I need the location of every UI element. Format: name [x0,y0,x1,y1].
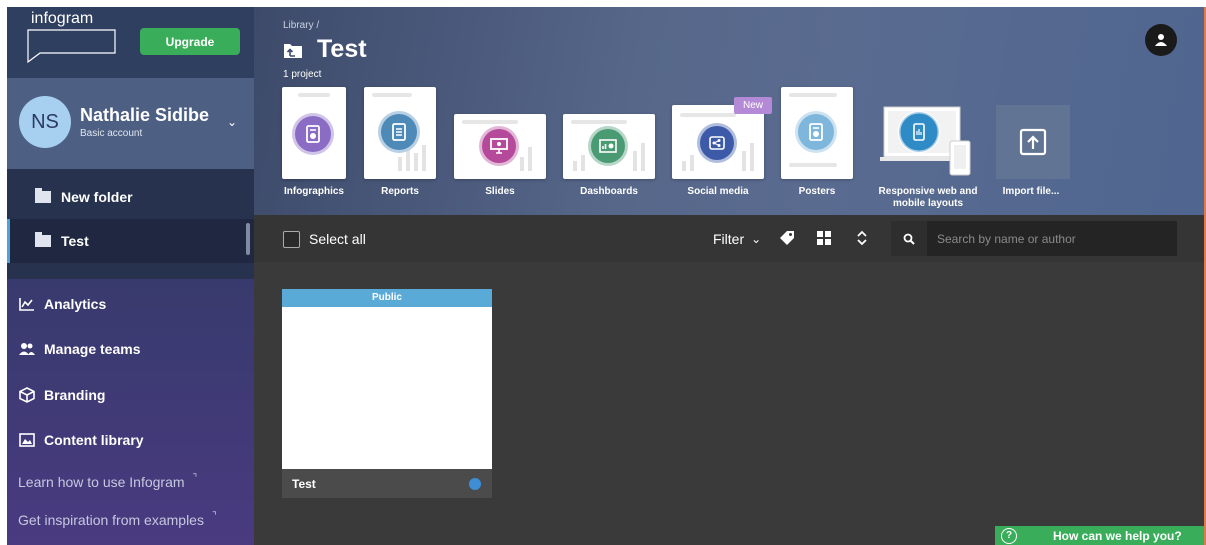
public-badge: Public [282,289,492,307]
search-input[interactable] [927,221,1177,256]
template-label: Social media [687,186,749,197]
image-icon [19,433,35,448]
new-badge: New [734,97,772,114]
template-label: Dashboards [580,186,638,197]
filter-label: Filter [713,231,745,247]
poster-icon [795,111,837,153]
infographic-icon [292,113,334,155]
external-link-icon: ⌝ [192,472,198,484]
template-card [454,114,546,179]
page-title: Test [317,35,367,63]
logo-text: infogram [31,10,94,27]
folder-icon [35,232,51,247]
search-bar [891,221,1177,256]
external-link-icon: ⌝ [211,510,217,522]
scrollbar[interactable] [246,223,250,255]
chevron-down-icon: ⌄ [751,232,762,246]
team-icon [19,343,35,356]
link-learn[interactable]: Learn how to use Infogram ⌝ [7,463,254,501]
link-label: Learn how to use Infogram [18,474,185,490]
branding-icon [19,386,35,403]
toolbar: Select all Filter ⌄ [254,215,1205,262]
template-label: Reports [381,186,419,197]
link-inspiration[interactable]: Get inspiration from examples ⌝ [7,501,254,539]
avatar: NS [19,96,71,148]
upload-icon [1019,128,1047,156]
nav-label: Analytics [44,295,107,312]
upgrade-button[interactable]: Upgrade [140,28,240,55]
filter-dropdown[interactable]: Filter ⌄ [713,231,761,247]
library-header: Library / Test 1 project Infographics Re… [254,7,1205,215]
help-icon: ? [1001,527,1017,544]
nav-label: Manage teams [44,341,141,358]
template-label: Infographics [283,186,344,197]
nav-label: Branding [44,386,106,403]
import-tile [996,105,1070,179]
analytics-icon [19,297,34,311]
title-row: Test [283,35,367,64]
template-card [563,114,655,179]
nav-label: Content library [44,432,144,449]
folder-icon [35,188,51,203]
infogram-logo[interactable] [20,27,117,63]
devices-icon [880,106,971,176]
help-label: How can we help you? [1053,528,1182,543]
grid-view-icon[interactable] [814,228,834,248]
nav-item-analytics[interactable]: Analytics [7,281,254,327]
project-grid: Public Test ? How can we help you? [254,262,1205,545]
template-label: Posters [798,186,836,197]
select-all-label[interactable]: Select all [309,231,366,247]
account-name: Nathalie Sidibe [80,105,210,125]
project-footer: Test [282,469,492,498]
folder-upload-icon [284,43,302,58]
presentation-icon [479,126,519,166]
sidebar-nav: Analytics Manage teams Branding Content … [7,279,254,539]
help-widget[interactable]: ? How can we help you? [995,526,1204,545]
user-menu-button[interactable] [1145,24,1177,56]
template-card [282,87,346,179]
folder-label: New folder [61,189,133,205]
nav-item-branding[interactable]: Branding [7,372,254,418]
folder-item-test[interactable]: Test [7,219,254,263]
share-icon [697,123,737,163]
project-count: 1 project [283,69,322,80]
folder-item-new-folder[interactable]: New folder [7,175,254,219]
folder-label: Test [61,233,89,249]
sidebar-top: infogram Upgrade [7,7,254,78]
select-all-checkbox[interactable] [283,231,300,248]
account-type: Basic account [80,128,143,139]
report-icon [378,111,420,153]
template-card [781,87,853,179]
nav-item-content-library[interactable]: Content library [7,418,254,464]
project-card[interactable]: Public Test [282,289,492,498]
app-window: infogram Upgrade NS Nathalie Sidibe Basi… [0,0,1206,545]
user-icon [1155,34,1167,46]
sort-icon[interactable] [852,228,872,248]
breadcrumb[interactable]: Library / [283,20,319,31]
dashboard-icon [588,126,628,166]
template-label: Import file... [1002,186,1060,197]
template-label: Responsive web and mobile layouts [878,186,978,209]
chevron-down-icon[interactable]: ⌄ [227,115,237,129]
sidebar: infogram Upgrade NS Nathalie Sidibe Basi… [7,7,254,545]
project-name: Test [292,476,316,491]
tag-icon[interactable] [777,228,797,248]
template-card [672,105,764,179]
globe-icon [469,478,481,490]
account-panel[interactable]: NS Nathalie Sidibe Basic account ⌄ [7,78,254,169]
link-label: Get inspiration from examples [18,512,204,528]
nav-item-manage-teams[interactable]: Manage teams [7,327,254,373]
search-icon[interactable] [891,221,927,256]
template-card [364,87,436,179]
folder-list: New folder Test [7,169,254,279]
template-label: Slides [485,186,515,197]
